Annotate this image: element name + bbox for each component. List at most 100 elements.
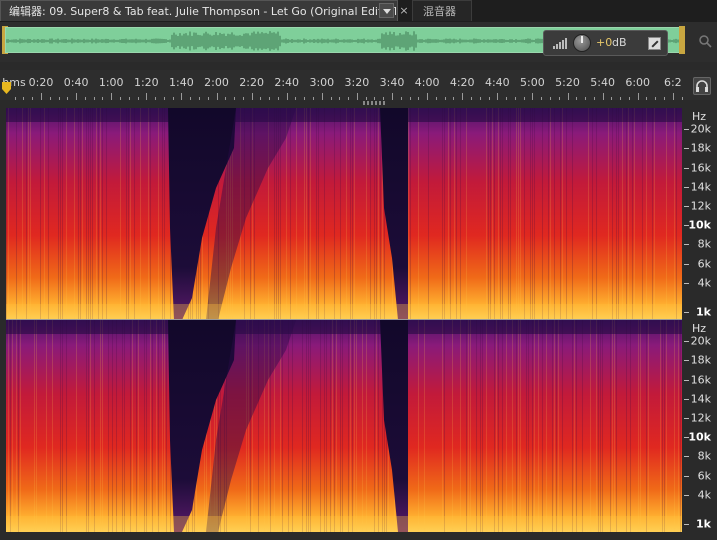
tab-bar: 编辑器: 09. Super8 & Tab feat. Julie Thomps… xyxy=(0,0,717,23)
spectrogram-left-channel[interactable] xyxy=(6,108,682,320)
time-tick xyxy=(269,97,271,100)
overview-right-handle[interactable] xyxy=(679,26,685,54)
time-label: 0:40 xyxy=(63,76,89,89)
time-tick xyxy=(234,97,236,100)
time-tick xyxy=(313,97,315,100)
time-tick xyxy=(514,97,516,100)
time-tick xyxy=(664,97,666,100)
pin-icon[interactable] xyxy=(648,37,661,50)
frequency-axis-top: Hz 20k 18k 16k 14k 12k 10k 8k 6k 4k 1k xyxy=(684,108,717,320)
time-tick xyxy=(146,93,148,100)
hz-tick xyxy=(684,437,689,438)
hz-tick xyxy=(684,148,689,149)
time-tick xyxy=(356,93,358,100)
time-label: 5:40 xyxy=(590,76,615,89)
time-tick xyxy=(444,97,446,100)
time-tick xyxy=(488,97,490,100)
hz-tick xyxy=(684,225,689,226)
time-tick xyxy=(523,97,525,100)
time-tick xyxy=(102,97,104,100)
hz-tick xyxy=(684,187,689,188)
time-tick xyxy=(304,97,306,100)
time-tick xyxy=(365,97,367,100)
time-tick xyxy=(427,93,429,100)
time-label: 1:00 xyxy=(98,76,124,89)
time-tick xyxy=(321,93,323,100)
tab-editor[interactable]: 编辑器: 09. Super8 & Tab feat. Julie Thomps… xyxy=(0,0,398,21)
time-tick xyxy=(392,93,393,100)
hz-label: 16k xyxy=(690,161,711,175)
time-tick xyxy=(585,97,587,100)
time-ruler[interactable]: hms 0:20 0:40 1:00 1:20 1:40 2:00 2:20 2:40 3:00 3… xyxy=(0,70,717,100)
time-tick xyxy=(93,97,95,100)
spectrogram-right-channel[interactable] xyxy=(6,320,682,532)
time-label: 6:00 xyxy=(625,76,651,89)
volume-knob-icon[interactable] xyxy=(573,34,591,52)
hz-unit-label: Hz xyxy=(692,322,707,335)
headphones-icon[interactable] xyxy=(693,77,711,95)
hz-label: 12k xyxy=(690,411,711,425)
time-tick xyxy=(470,97,472,100)
resize-grip[interactable] xyxy=(363,101,387,105)
hz-tick xyxy=(684,380,689,381)
tab-editor-label: 编辑器: 09. Super8 & Tab feat. Julie Thomps… xyxy=(9,5,398,18)
time-tick xyxy=(67,97,69,100)
time-tick xyxy=(76,93,78,100)
time-tick xyxy=(260,97,262,100)
time-tick xyxy=(119,97,121,100)
tab-mixer[interactable]: 混音器 xyxy=(412,0,472,21)
time-tick xyxy=(137,97,139,100)
hz-label: 18k xyxy=(690,141,711,155)
time-tick xyxy=(190,97,192,100)
time-tick xyxy=(567,93,569,100)
time-tick xyxy=(541,97,543,100)
hz-tick xyxy=(684,524,689,525)
volume-hud: +0 dB xyxy=(543,30,668,56)
time-tick xyxy=(84,97,86,100)
volume-value[interactable]: +0 xyxy=(596,36,612,49)
time-tick xyxy=(576,97,578,100)
time-tick xyxy=(602,93,604,100)
hz-label: 14k xyxy=(690,392,711,406)
playhead-icon[interactable] xyxy=(2,82,11,94)
time-tick xyxy=(295,97,297,100)
time-tick xyxy=(339,97,341,100)
chevron-down-icon[interactable] xyxy=(379,3,394,18)
hz-label: 20k xyxy=(690,122,711,136)
time-tick xyxy=(330,97,332,100)
hz-tick xyxy=(684,476,689,477)
hz-label: 10k xyxy=(688,218,711,232)
time-label: 2:00 xyxy=(204,76,229,89)
time-tick xyxy=(462,93,464,100)
hz-label: 16k xyxy=(690,373,711,387)
time-tick xyxy=(374,97,376,100)
time-tick xyxy=(409,97,411,100)
hz-tick xyxy=(684,341,689,342)
time-label: 1:40 xyxy=(169,76,194,89)
time-tick xyxy=(628,97,630,100)
zoom-icon[interactable] xyxy=(698,34,712,48)
tab-close-button[interactable]: × xyxy=(399,0,409,21)
hz-label: 1k xyxy=(696,305,711,319)
time-tick xyxy=(225,97,227,100)
time-tick xyxy=(418,97,420,100)
ruler-track: hms 0:20 0:40 1:00 1:20 1:40 2:00 2:20 2:40 3:00 3… xyxy=(2,76,686,100)
hz-label: 8k xyxy=(697,237,711,251)
hz-tick xyxy=(684,168,689,169)
time-tick xyxy=(497,93,499,100)
hz-label: 10k xyxy=(688,430,711,444)
hz-tick xyxy=(684,206,689,207)
time-label: 0:20 xyxy=(28,76,54,89)
time-tick xyxy=(14,97,16,100)
hz-tick xyxy=(684,129,689,130)
time-tick xyxy=(611,97,613,100)
time-tick xyxy=(128,97,130,100)
time-tick xyxy=(207,97,209,100)
hz-tick xyxy=(684,360,689,361)
time-tick xyxy=(286,93,288,100)
time-tick xyxy=(181,93,183,100)
hz-label: 1k xyxy=(696,517,711,531)
time-tick xyxy=(216,93,218,100)
hz-unit-label: Hz xyxy=(692,110,707,123)
time-label: 1:20 xyxy=(133,76,159,89)
